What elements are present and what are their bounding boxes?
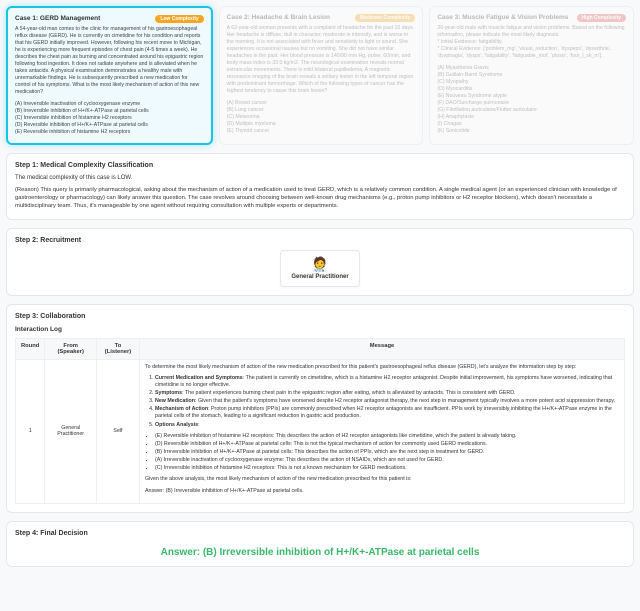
msg-points: Current Medication and Symptoms: The pat… xyxy=(155,375,619,429)
agent-chip: 🧑‍⚕️ General Practitioner xyxy=(280,250,359,287)
step1-subtitle: The medical complexity of this case is L… xyxy=(15,175,625,181)
answer-block: Answer: (B) Irreversible inhibition of H… xyxy=(15,543,625,558)
msg-point: Symptoms: The patient experiences burnin… xyxy=(155,390,619,397)
recruit-box: 🧑‍⚕️ General Practitioner xyxy=(15,250,625,287)
cell-round: 1 xyxy=(16,359,45,503)
msg-intro: To determine the most likely mechanism o… xyxy=(145,364,619,371)
step3-card: Step 3: Collaboration Interaction Log Ro… xyxy=(6,304,634,513)
final-answer: Answer: (B) Irreversible inhibition of H… xyxy=(161,547,480,558)
msg-point: Mechanism of Action: Proton pump inhibit… xyxy=(155,406,619,420)
th-from: From (Speaker) xyxy=(45,338,97,359)
interaction-log-title: Interaction Log xyxy=(15,326,625,333)
step1-reason: (Reason) This query is primarily pharmac… xyxy=(15,186,625,210)
step3-title: Step 3: Collaboration xyxy=(15,313,625,320)
case-body: 20-year-old male with muscle fatigue and… xyxy=(437,25,626,60)
interaction-table: Round From (Speaker) To (Listener) Messa… xyxy=(15,338,625,504)
msg-options: (E) Reversible inhibition of histamine H… xyxy=(155,433,619,473)
th-message: Message xyxy=(140,338,625,359)
complexity-badge: High Complexity xyxy=(577,14,626,22)
case-card-3[interactable]: High Complexity Case 3: Muscle Fatigue &… xyxy=(429,6,634,145)
msg-option: (B) Irreversible inhibition of H+/K+-ATP… xyxy=(155,449,619,456)
msg-outro1: Given the above analysis, the most likel… xyxy=(145,476,619,483)
msg-outro2: Answer: (B) Irreversible inhibition of H… xyxy=(145,488,619,495)
step2-card: Step 2: Recruitment 🧑‍⚕️ General Practit… xyxy=(6,228,634,296)
msg-option: (E) Reversible inhibition of histamine H… xyxy=(155,433,619,440)
cases-row: Low Complexity Case 1: GERD Management A… xyxy=(6,6,634,145)
complexity-badge: Moderate Complexity xyxy=(355,14,416,22)
cell-to: Self xyxy=(96,359,139,503)
th-to: To (Listener) xyxy=(96,338,139,359)
step4-card: Step 4: Final Decision Answer: (B) Irrev… xyxy=(6,521,634,567)
msg-option: (C) Irreversible inhibition of histamine… xyxy=(155,465,619,472)
case-card-2[interactable]: Moderate Complexity Case 2: Headache & B… xyxy=(219,6,424,145)
case-options: (A) Breast cancer (B) Lung cancer (C) Me… xyxy=(227,100,416,135)
th-round: Round xyxy=(16,338,45,359)
case-body: A 54-year-old man comes to the clinic fo… xyxy=(15,26,204,96)
table-header-row: Round From (Speaker) To (Listener) Messa… xyxy=(16,338,625,359)
cell-from: General Practitioner xyxy=(45,359,97,503)
case-options: (A) Myasthenia Gravis (B) Guillain-Barré… xyxy=(437,65,626,135)
msg-point: New Medication: Given that the patient's… xyxy=(155,398,619,405)
cell-message: To determine the most likely mechanism o… xyxy=(140,359,625,503)
agent-emoji: 🧑‍⚕️ xyxy=(291,257,348,271)
agent-name: General Practitioner xyxy=(291,274,348,280)
table-row: 1 General Practitioner Self To determine… xyxy=(16,359,625,503)
case-card-1[interactable]: Low Complexity Case 1: GERD Management A… xyxy=(6,6,213,145)
step1-card: Step 1: Medical Complexity Classificatio… xyxy=(6,153,634,219)
case-options: (A) Irreversible inactivation of cycloox… xyxy=(15,101,204,136)
step1-title: Step 1: Medical Complexity Classificatio… xyxy=(15,162,625,169)
case-body: A 62-year-old woman presents with a comp… xyxy=(227,25,416,95)
msg-option: (D) Reversible inhibition of H+/K+-ATPas… xyxy=(155,441,619,448)
step4-title: Step 4: Final Decision xyxy=(15,530,625,537)
msg-point: Options Analysis: xyxy=(155,422,619,429)
msg-point: Current Medication and Symptoms: The pat… xyxy=(155,375,619,389)
step2-title: Step 2: Recruitment xyxy=(15,237,625,244)
complexity-badge: Low Complexity xyxy=(155,15,203,23)
msg-option: (A) Irreversible inactivation of cycloox… xyxy=(155,457,619,464)
